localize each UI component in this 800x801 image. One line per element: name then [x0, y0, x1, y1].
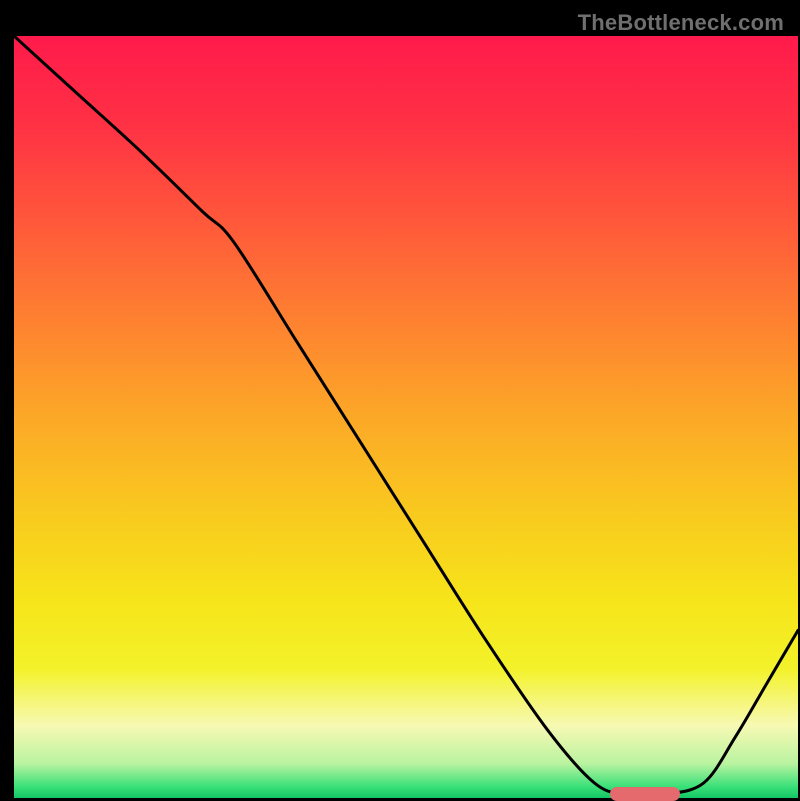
- bottleneck-curve: [14, 36, 798, 798]
- optimal-range-marker: [610, 787, 681, 801]
- chart-frame: TheBottleneck.com: [6, 6, 794, 794]
- plot-area: [14, 36, 798, 798]
- watermark-text: TheBottleneck.com: [578, 10, 784, 36]
